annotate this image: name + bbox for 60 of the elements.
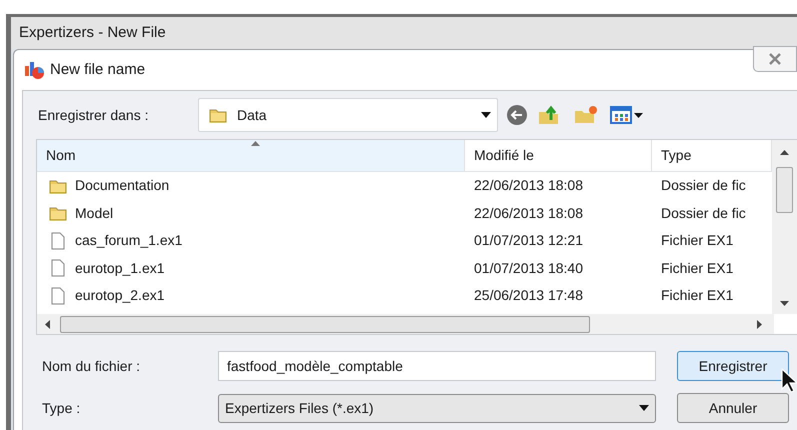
file-icon <box>51 232 65 250</box>
file-icon <box>51 259 65 278</box>
scroll-left-icon <box>45 320 50 328</box>
column-header[interactable]: Type <box>652 140 772 172</box>
file-type: Fichier EX1 <box>660 286 734 306</box>
file-name: eurotop_2.ex1 <box>75 286 165 306</box>
vertical-scrollbar[interactable] <box>772 140 797 314</box>
folder-icon <box>49 178 67 194</box>
file-name: Model <box>75 204 114 223</box>
filename-label: Nom du fichier : <box>42 356 142 376</box>
scrollbar-thumb[interactable] <box>60 316 590 332</box>
modified-date: 25/06/2013 17:48 <box>473 286 584 306</box>
scroll-right-icon <box>757 320 762 328</box>
file-type: Dossier de fic <box>660 204 747 223</box>
column-header[interactable]: Nom <box>37 140 465 172</box>
back-icon[interactable] <box>506 104 528 126</box>
location-label: Enregistrer dans : <box>38 106 150 125</box>
file-name: cas_forum_1.ex1 <box>75 231 182 250</box>
folder-up-icon[interactable] <box>538 104 560 126</box>
type-dropdown[interactable]: Expertizers Files (*.ex1) <box>218 394 656 422</box>
scrollbar-thumb[interactable] <box>776 167 793 213</box>
mouse-cursor-icon <box>781 368 797 392</box>
dropdown-caret-icon <box>639 405 649 411</box>
dialog-title: New file name <box>50 60 146 80</box>
folder-icon <box>49 205 67 222</box>
sort-arrow-icon <box>250 141 260 146</box>
file-name: Documentation <box>75 176 170 196</box>
cancel-button[interactable]: Annuler <box>677 393 789 423</box>
modified-date: 22/06/2013 18:08 <box>473 204 584 223</box>
save-button[interactable]: Enregistrer <box>677 351 789 381</box>
filename-field[interactable]: fastfood_modèle_comptable <box>218 351 656 381</box>
type-label: Type : <box>42 398 82 418</box>
modified-date: 01/07/2013 18:40 <box>473 258 584 278</box>
file-row[interactable]: eurotop_1.ex1 01/07/2013 18:40 Fichier EX1 <box>37 254 772 282</box>
dropdown-caret-icon <box>481 112 491 118</box>
modified-date: 01/07/2013 12:21 <box>473 231 584 250</box>
file-type: Fichier EX1 <box>660 231 734 250</box>
grid-view-icon <box>610 106 632 124</box>
file-icon <box>51 286 65 305</box>
file-row[interactable]: cas_forum_1.ex1 01/07/2013 12:21 Fichier EX1 <box>37 227 772 254</box>
file-row[interactable]: Documentation 22/06/2013 18:08 Dossier de fic <box>37 172 772 200</box>
location-dropdown[interactable]: Data <box>198 98 498 132</box>
file-row[interactable]: eurotop_2.ex1 25/06/2013 17:48 Fichier EX1 <box>37 282 772 310</box>
new-folder-icon[interactable] <box>574 105 598 125</box>
modified-date: 22/06/2013 18:08 <box>473 176 584 196</box>
close-icon <box>768 53 782 65</box>
file-type: Dossier de fic <box>660 176 747 196</box>
close-button[interactable] <box>753 46 797 72</box>
chart-logo-icon <box>24 60 46 80</box>
scroll-up-icon <box>780 150 789 155</box>
file-name: eurotop_1.ex1 <box>75 258 165 278</box>
horizontal-scrollbar[interactable] <box>37 314 774 334</box>
dropdown-caret-icon <box>634 112 643 118</box>
file-row[interactable]: Model 22/06/2013 18:08 Dossier de fic <box>37 200 772 227</box>
scroll-down-icon <box>780 301 789 306</box>
column-header[interactable]: Modifié le <box>465 140 652 172</box>
file-type: Fichier EX1 <box>660 258 734 278</box>
folder-icon <box>209 107 227 123</box>
view-menu-button[interactable] <box>610 106 643 124</box>
window-title: Expertizers - New File <box>11 17 797 49</box>
